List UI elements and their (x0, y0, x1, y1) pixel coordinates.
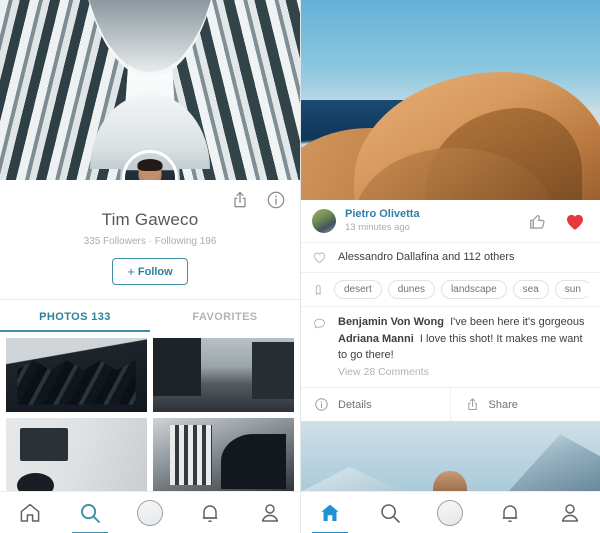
nav-notifications[interactable] (488, 492, 532, 533)
post-photo[interactable] (300, 0, 600, 200)
camera-circle-icon (437, 499, 463, 526)
comment-item[interactable]: Benjamin Von Wong I've been here it's go… (338, 315, 588, 331)
tag-chip[interactable]: sun (554, 279, 588, 299)
tags-row: desert dunes landscape sea sun (300, 271, 600, 306)
comment-author: Adriana Manni (338, 333, 414, 346)
photo-tile[interactable] (6, 418, 147, 492)
profile-card: Tim Gaweco 335 Followers · Following 196… (0, 180, 300, 299)
thumbs-up-icon[interactable] (527, 211, 548, 232)
likes-row: Alessandro Dallafina and 112 others (300, 241, 600, 272)
mountain-right (504, 434, 600, 496)
photo-tile[interactable] (153, 338, 294, 412)
avatar[interactable] (122, 150, 178, 180)
post-card: Pietro Olivetta 13 minutes ago Alessandr… (300, 200, 600, 422)
info-icon[interactable] (266, 190, 286, 210)
post-timestamp: 13 minutes ago (345, 221, 410, 233)
nav-home[interactable] (8, 492, 52, 533)
likes-text: Alessandro Dallafina and 112 others (338, 251, 515, 264)
comment-author: Benjamin Von Wong (338, 315, 444, 328)
post-username[interactable]: Pietro Olivetta (345, 208, 527, 222)
heart-filled-icon[interactable] (564, 211, 586, 232)
profile-screen: Tim Gaweco 335 Followers · Following 196… (0, 0, 300, 533)
comment-text: I've been here it's gorgeous (450, 315, 585, 328)
post-meta: Pietro Olivetta 13 minutes ago (345, 208, 527, 235)
comments-section: Benjamin Von Wong I've been here it's go… (300, 305, 600, 388)
comment-item[interactable]: Adriana Manni I love this shot! It makes… (338, 332, 588, 363)
nav-search[interactable] (68, 492, 112, 533)
info-icon (314, 397, 329, 412)
follow-button-label: Follow (137, 265, 173, 278)
nav-camera[interactable] (428, 492, 472, 533)
page-title: Tim Gaweco (101, 210, 199, 229)
follow-plus-icon: + (127, 264, 135, 279)
details-button[interactable]: Details (300, 388, 450, 421)
post-avatar[interactable] (312, 209, 336, 234)
comment-bubble-icon (312, 315, 334, 379)
details-label: Details (338, 398, 372, 411)
share-icon (465, 397, 480, 412)
view-comments-link[interactable]: View 28 Comments (338, 366, 588, 378)
camera-circle-icon (137, 499, 163, 526)
follow-button[interactable]: + Follow (112, 258, 188, 285)
next-post-photo[interactable] (300, 421, 600, 496)
tag-list: desert dunes landscape sea sun (334, 279, 588, 299)
tab-favorites[interactable]: FAVORITES (150, 300, 300, 332)
tab-photos[interactable]: PHOTOS 133 (0, 300, 150, 332)
share-label: Share (488, 398, 518, 411)
tag-chip[interactable]: sea (512, 279, 549, 299)
tag-chip[interactable]: dunes (387, 279, 436, 299)
nav-home[interactable] (308, 492, 352, 533)
bottom-nav-left (0, 491, 300, 533)
share-icon[interactable] (230, 190, 250, 210)
profile-tabs: PHOTOS 133 FAVORITES (0, 299, 300, 332)
photo-tile[interactable] (153, 418, 294, 492)
photo-grid (0, 332, 300, 492)
feed-screen: Pietro Olivetta 13 minutes ago Alessandr… (300, 0, 600, 533)
tag-chip[interactable]: landscape (441, 279, 507, 299)
post-actions (527, 211, 588, 232)
heart-outline-icon[interactable] (312, 250, 334, 265)
nav-profile[interactable] (248, 492, 292, 533)
nav-notifications[interactable] (188, 492, 232, 533)
post-action-bar: Details Share (300, 387, 600, 422)
tag-icon (312, 282, 334, 297)
bottom-nav-right (300, 491, 600, 533)
post-header: Pietro Olivetta 13 minutes ago (300, 200, 600, 242)
comments-body: Benjamin Von Wong I've been here it's go… (338, 315, 588, 379)
share-button[interactable]: Share (449, 388, 600, 422)
cover-photo (0, 0, 300, 180)
dual-phone-screenshot: Tim Gaweco 335 Followers · Following 196… (0, 0, 600, 533)
nav-profile[interactable] (548, 492, 592, 533)
avatar-image (125, 153, 175, 180)
nav-camera[interactable] (128, 492, 172, 533)
follower-stats: 335 Followers · Following 196 (83, 236, 217, 247)
photo-tile[interactable] (6, 338, 147, 412)
tag-chip[interactable]: desert (334, 279, 382, 299)
nav-search[interactable] (368, 492, 412, 533)
profile-card-icons (230, 190, 286, 210)
panel-divider (300, 0, 301, 533)
